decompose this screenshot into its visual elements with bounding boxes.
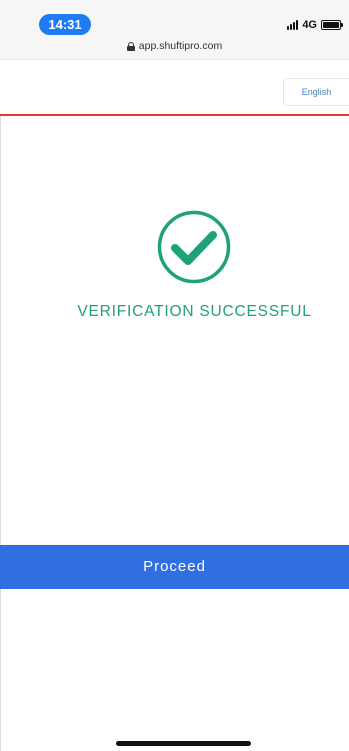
language-select[interactable]: English (283, 78, 349, 106)
proceed-button[interactable]: Proceed (0, 545, 349, 589)
address-bar[interactable]: app.shuftipro.com (0, 38, 349, 54)
verification-status-text: VERIFICATION SUCCESSFUL (77, 303, 312, 320)
status-time: 14:31 (39, 14, 91, 35)
network-label: 4G (302, 19, 317, 31)
battery-icon (321, 20, 343, 30)
home-indicator[interactable] (116, 741, 251, 746)
header-divider (0, 114, 349, 116)
status-indicators: 4G (287, 18, 343, 32)
browser-chrome: 14:31 4G app.shuftipro.com (0, 0, 349, 60)
signal-icon (287, 20, 299, 30)
lock-icon (126, 41, 135, 51)
check-circle-icon (157, 210, 231, 284)
url-text: app.shuftipro.com (138, 40, 223, 52)
verification-screen: 14:31 4G app.shuftipro.com English VERIF… (0, 0, 349, 751)
site-header: English (0, 60, 349, 114)
